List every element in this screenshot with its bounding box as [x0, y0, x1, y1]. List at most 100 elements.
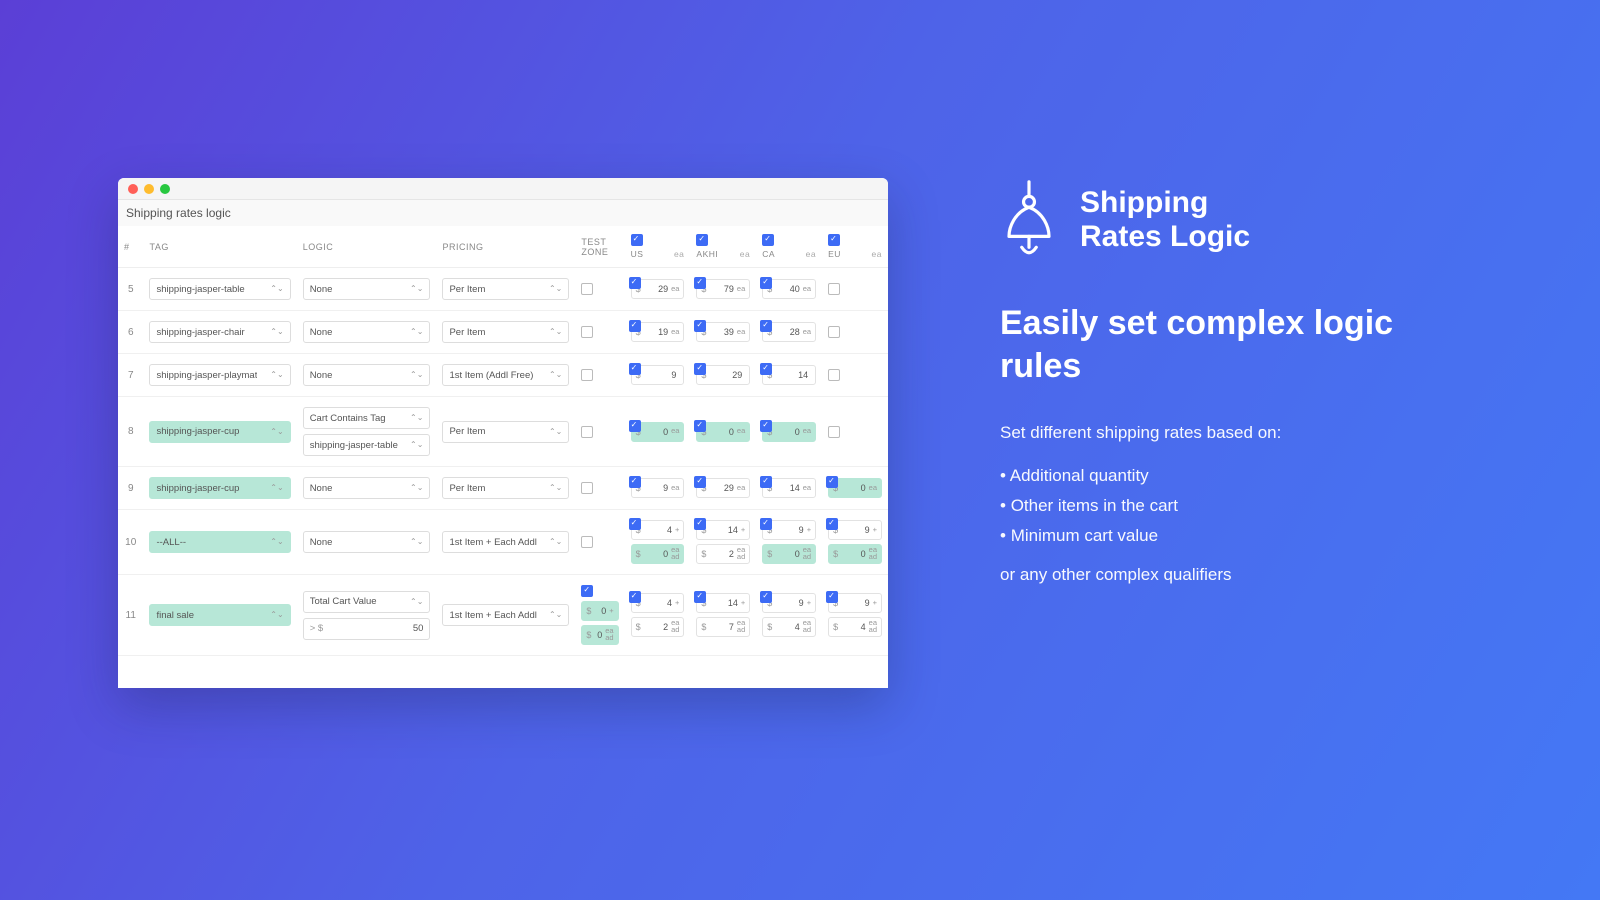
price-input[interactable]: $0+ [581, 601, 618, 621]
testzone-checkbox[interactable] [581, 482, 593, 494]
threshold-input[interactable]: > $50 [303, 618, 431, 640]
price-input[interactable]: $9 [631, 365, 685, 385]
price-checkbox[interactable] [826, 591, 838, 603]
price-input[interactable]: $0ea [762, 422, 816, 442]
zone-checkbox[interactable] [696, 234, 708, 246]
price-checkbox[interactable] [629, 420, 641, 432]
zone-row-checkbox[interactable] [828, 369, 840, 381]
price-input[interactable]: $40ea [762, 279, 816, 299]
window-close-icon[interactable] [128, 184, 138, 194]
price-input[interactable]: $14+ [696, 593, 750, 613]
price-checkbox[interactable] [826, 518, 838, 530]
price-input[interactable]: $29 [696, 365, 750, 385]
window-minimize-icon[interactable] [144, 184, 154, 194]
select-field[interactable]: shipping-jasper-chair⌃⌄ [149, 321, 290, 343]
select-field[interactable]: 1st Item + Each Addl⌃⌄ [442, 531, 569, 553]
select-field[interactable]: shipping-jasper-table⌃⌄ [149, 278, 290, 300]
price-input[interactable]: $29ea [696, 478, 750, 498]
zone-checkbox[interactable] [631, 234, 643, 246]
zone-row-checkbox[interactable] [828, 426, 840, 438]
price-checkbox[interactable] [629, 277, 641, 289]
price-input[interactable]: $14 [762, 365, 816, 385]
price-input[interactable]: $28ea [762, 322, 816, 342]
select-field[interactable]: final sale⌃⌄ [149, 604, 290, 626]
price-input[interactable]: $9+ [828, 520, 882, 540]
price-input[interactable]: $0ea [828, 478, 882, 498]
select-field[interactable]: Cart Contains Tag⌃⌄ [303, 407, 431, 429]
price-input[interactable]: $2eaad [696, 544, 750, 564]
price-checkbox[interactable] [760, 476, 772, 488]
price-input[interactable]: $0ea [696, 422, 750, 442]
price-checkbox[interactable] [629, 320, 641, 332]
zone-checkbox[interactable] [828, 234, 840, 246]
testzone-checkbox[interactable] [581, 283, 593, 295]
select-field[interactable]: None⌃⌄ [303, 531, 431, 553]
select-field[interactable]: 1st Item + Each Addl⌃⌄ [442, 604, 569, 626]
select-field[interactable]: Per Item⌃⌄ [442, 278, 569, 300]
price-checkbox[interactable] [629, 591, 641, 603]
price-input[interactable]: $0eaad [631, 544, 685, 564]
select-field[interactable]: None⌃⌄ [303, 321, 431, 343]
price-checkbox[interactable] [694, 420, 706, 432]
price-checkbox[interactable] [760, 320, 772, 332]
price-checkbox[interactable] [629, 476, 641, 488]
zone-header-3: EUea [822, 226, 888, 268]
price-input[interactable]: $0ea [631, 422, 685, 442]
price-checkbox[interactable] [694, 591, 706, 603]
testzone-checkbox[interactable] [581, 426, 593, 438]
select-field[interactable]: Per Item⌃⌄ [442, 421, 569, 443]
price-input[interactable]: $4+ [631, 520, 685, 540]
price-input[interactable]: $9+ [828, 593, 882, 613]
price-checkbox[interactable] [760, 591, 772, 603]
price-checkbox[interactable] [826, 476, 838, 488]
zone-checkbox[interactable] [762, 234, 774, 246]
price-checkbox[interactable] [694, 363, 706, 375]
price-input[interactable]: $14+ [696, 520, 750, 540]
price-input[interactable]: $9+ [762, 520, 816, 540]
zone-row-checkbox[interactable] [828, 326, 840, 338]
price-input[interactable]: $7eaad [696, 617, 750, 637]
price-input[interactable]: $79ea [696, 279, 750, 299]
select-field[interactable]: shipping-jasper-playmat⌃⌄ [149, 364, 290, 386]
price-input[interactable]: $4eaad [828, 617, 882, 637]
select-field[interactable]: shipping-jasper-cup⌃⌄ [149, 477, 290, 499]
select-field[interactable]: Total Cart Value⌃⌄ [303, 591, 431, 613]
testzone-checkbox[interactable] [581, 326, 593, 338]
select-field[interactable]: --ALL--⌃⌄ [149, 531, 290, 553]
window-zoom-icon[interactable] [160, 184, 170, 194]
price-input[interactable]: $19ea [631, 322, 685, 342]
testzone-checkbox[interactable] [581, 369, 593, 381]
price-input[interactable]: $0eaad [828, 544, 882, 564]
price-checkbox[interactable] [760, 277, 772, 289]
select-field[interactable]: shipping-jasper-table⌃⌄ [303, 434, 431, 456]
testzone-checkbox[interactable] [581, 585, 593, 597]
select-field[interactable]: Per Item⌃⌄ [442, 321, 569, 343]
price-checkbox[interactable] [760, 363, 772, 375]
price-checkbox[interactable] [694, 518, 706, 530]
price-checkbox[interactable] [629, 518, 641, 530]
price-checkbox[interactable] [694, 476, 706, 488]
price-input[interactable]: $14ea [762, 478, 816, 498]
select-field[interactable]: shipping-jasper-cup⌃⌄ [149, 421, 290, 443]
select-field[interactable]: None⌃⌄ [303, 477, 431, 499]
price-input[interactable]: $4eaad [762, 617, 816, 637]
select-field[interactable]: None⌃⌄ [303, 278, 431, 300]
select-field[interactable]: None⌃⌄ [303, 364, 431, 386]
price-input[interactable]: $29ea [631, 279, 685, 299]
price-input[interactable]: $0eaad [762, 544, 816, 564]
price-checkbox[interactable] [694, 277, 706, 289]
price-checkbox[interactable] [694, 320, 706, 332]
select-field[interactable]: 1st Item (Addl Free)⌃⌄ [442, 364, 569, 386]
price-checkbox[interactable] [760, 420, 772, 432]
price-input[interactable]: $9ea [631, 478, 685, 498]
testzone-checkbox[interactable] [581, 536, 593, 548]
zone-row-checkbox[interactable] [828, 283, 840, 295]
price-input[interactable]: $9+ [762, 593, 816, 613]
price-checkbox[interactable] [629, 363, 641, 375]
price-checkbox[interactable] [760, 518, 772, 530]
price-input[interactable]: $4+ [631, 593, 685, 613]
select-field[interactable]: Per Item⌃⌄ [442, 477, 569, 499]
price-input[interactable]: $39ea [696, 322, 750, 342]
price-input[interactable]: $0eaad [581, 625, 618, 645]
price-input[interactable]: $2eaad [631, 617, 685, 637]
